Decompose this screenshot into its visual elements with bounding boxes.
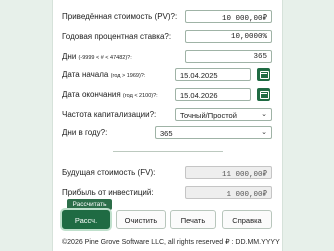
start-date-hint: (год > 1969)?:	[110, 73, 146, 79]
start-date-row: Дата начала (год > 1969)?: 15.04.2025	[62, 68, 274, 82]
pv-label: Приведённая стоимость (PV)?:	[62, 12, 178, 21]
help-button[interactable]: Справка	[222, 210, 272, 229]
compounding-label: Частота капитализации?:	[62, 110, 157, 119]
profit-label: Прибыль от инвестиций:	[62, 188, 154, 197]
days-label: Дни (-9999 < # < 47482)?:	[62, 52, 132, 61]
calculate-button[interactable]: Рассч.	[62, 210, 110, 229]
end-date-label-text: Дата окончания	[62, 90, 121, 99]
end-date-input[interactable]: 15.04.2026	[175, 88, 251, 101]
start-date-input[interactable]: 15.04.2025	[175, 68, 251, 81]
pv-input[interactable]: 10 000,00₽	[185, 10, 272, 23]
rate-row: Годовая процентная ставка?: 10,0000%	[62, 30, 274, 44]
days-per-year-row: Дни в году?: 365 ⌄	[62, 126, 274, 140]
days-per-year-label: Дни в году?:	[62, 128, 108, 137]
footer-copyright: ©2026 Pine Grove Software LLC, all right…	[62, 239, 280, 246]
fv-label: Будущая стоимость (FV):	[62, 168, 156, 177]
separator	[113, 151, 223, 152]
chevron-down-icon: ⌄	[261, 129, 267, 136]
print-button[interactable]: Печать	[170, 210, 216, 229]
fv-row: Будущая стоимость (FV): 11 000,00₽	[62, 166, 274, 180]
compounding-select[interactable]: Точный/Простой ⌄	[175, 108, 272, 121]
days-per-year-select[interactable]: 365 ⌄	[155, 126, 272, 139]
profit-output: 1 000,00₽	[185, 186, 272, 199]
start-date-label: Дата начала (год > 1969)?:	[62, 70, 145, 79]
compounding-row: Частота капитализации?: Точный/Простой ⌄	[62, 108, 274, 122]
pv-row: Приведённая стоимость (PV)?: 10 000,00₽	[62, 10, 274, 24]
rate-input[interactable]: 10,0000%	[185, 30, 272, 43]
days-row: Дни (-9999 < # < 47482)?: 365	[62, 50, 274, 64]
days-per-year-value: 365	[160, 129, 173, 138]
calculate-tooltip: Рассчитать	[67, 199, 112, 210]
days-hint: (-9999 < # < 47482)?:	[78, 55, 132, 61]
compounding-value: Точный/Простой	[180, 111, 237, 120]
end-date-hint: (год < 2100)?:	[122, 93, 158, 99]
days-label-text: Дни	[62, 52, 77, 61]
end-date-row: Дата окончания (год < 2100)?: 15.04.2026	[62, 88, 274, 102]
clear-button[interactable]: Очистить	[116, 210, 166, 229]
start-date-label-text: Дата начала	[62, 70, 109, 79]
calendar-icon[interactable]	[257, 68, 270, 81]
profit-row: Прибыль от инвестиций: 1 000,00₽	[62, 186, 274, 200]
end-date-label: Дата окончания (год < 2100)?:	[62, 90, 158, 99]
rate-label: Годовая процентная ставка?:	[62, 32, 172, 41]
fv-output: 11 000,00₽	[185, 166, 272, 179]
chevron-down-icon: ⌄	[261, 111, 267, 118]
days-input[interactable]: 365	[185, 50, 272, 63]
calendar-icon[interactable]	[257, 88, 270, 101]
